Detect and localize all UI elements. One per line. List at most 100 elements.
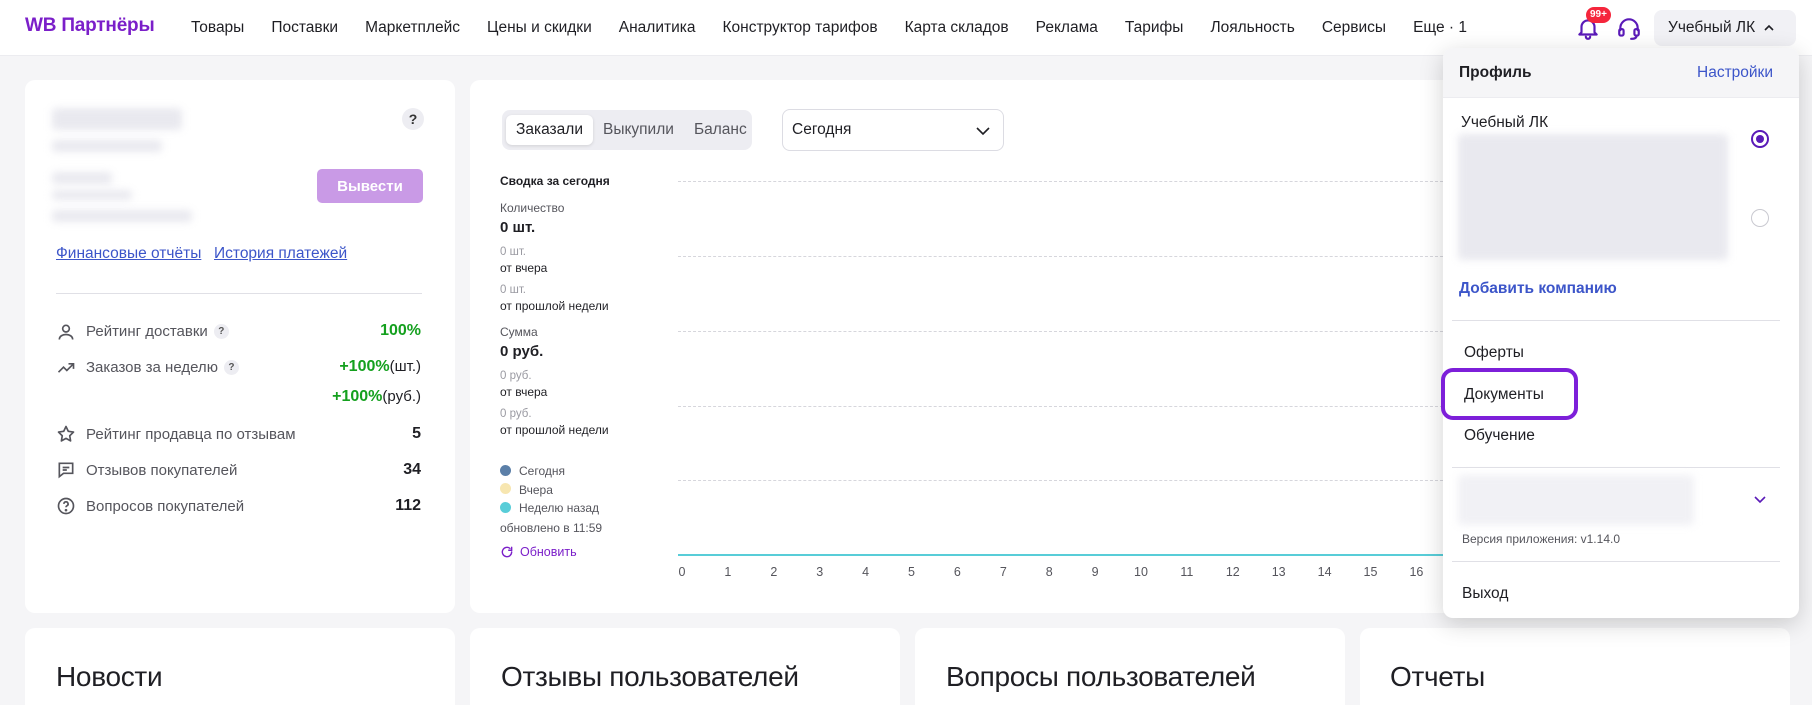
tab-ordered[interactable]: Заказали xyxy=(506,115,593,145)
legend-dot-today xyxy=(500,465,511,476)
summary-title: Сводка за сегодня xyxy=(500,174,610,188)
user-reviews-title: Отзывы пользователей xyxy=(501,661,799,692)
account-info-blurred xyxy=(52,140,162,152)
qty-week-value: 0 шт. xyxy=(500,284,527,296)
nav-item-products[interactable]: Товары xyxy=(191,19,244,37)
company-radio-selected[interactable] xyxy=(1751,130,1769,148)
company-radio[interactable] xyxy=(1751,209,1769,227)
company-info-blurred xyxy=(1458,134,1728,260)
headset-icon[interactable] xyxy=(1616,15,1642,41)
nav-item-analytics[interactable]: Аналитика xyxy=(619,19,696,37)
tab-bought[interactable]: Выкупили xyxy=(593,115,684,145)
nav-item-tariff-builder[interactable]: Конструктор тарифов xyxy=(722,19,877,37)
question-circle-icon xyxy=(57,497,75,515)
account-info-blurred-2 xyxy=(52,172,112,184)
updated-time: обновлено в 11:59 xyxy=(500,521,603,535)
x-tick-label: 12 xyxy=(1225,565,1240,579)
nav-item-warehouse-map[interactable]: Карта складов xyxy=(905,19,1009,37)
metric-reviews-value: 34 xyxy=(403,461,421,478)
x-tick-label: 4 xyxy=(862,565,870,579)
withdraw-button[interactable]: Вывести xyxy=(317,169,423,203)
metric-seller-rating-value: 5 xyxy=(412,425,421,442)
chart-gridline xyxy=(678,331,1448,332)
payment-history-link[interactable]: История платежей xyxy=(214,245,347,263)
financial-reports-link[interactable]: Финансовые отчёты xyxy=(56,245,201,263)
help-icon[interactable]: ? xyxy=(213,324,229,339)
reports-title: Отчеты xyxy=(1390,661,1485,692)
x-tick-label: 16 xyxy=(1409,565,1424,579)
menu-divider xyxy=(1452,561,1780,562)
x-tick-label: 6 xyxy=(953,565,961,579)
chart-gridline xyxy=(678,181,1448,182)
legend-dot-yesterday xyxy=(500,483,511,494)
x-tick-label: 10 xyxy=(1134,565,1148,579)
settings-link[interactable]: Настройки xyxy=(1697,64,1773,82)
menu-divider xyxy=(1452,467,1780,468)
nav-item-tariffs[interactable]: Тарифы xyxy=(1125,19,1184,37)
chevron-down-icon xyxy=(976,127,990,136)
account-label: Учебный ЛК xyxy=(1668,19,1756,36)
metric-questions: Вопросов покупателей xyxy=(86,498,245,515)
x-tick-label: 15 xyxy=(1363,565,1378,579)
add-company-link[interactable]: Добавить компанию xyxy=(1459,280,1617,298)
logout-button[interactable]: Выход xyxy=(1462,585,1508,603)
qty-week-label: от прошлой недели xyxy=(500,299,609,313)
refresh-label: Обновить xyxy=(520,545,577,559)
nav-item-marketplace[interactable]: Маркетплейс xyxy=(365,19,460,37)
language-selector-blurred[interactable] xyxy=(1458,475,1694,525)
summary-tabs: Заказали Выкупили Баланс xyxy=(502,110,752,150)
chart-gridline xyxy=(678,256,1448,257)
user-icon xyxy=(58,324,74,340)
account-link-blurred xyxy=(52,210,192,222)
summary-card xyxy=(470,80,1470,613)
account-button[interactable]: Учебный ЛК xyxy=(1654,10,1796,46)
chart-gridline xyxy=(678,480,1448,481)
documents-highlight xyxy=(1441,368,1578,420)
quantity-label: Количество xyxy=(500,201,565,215)
logo[interactable]: WB Партнёры xyxy=(25,15,155,37)
tab-balance[interactable]: Баланс xyxy=(684,115,757,145)
nav-item-ads[interactable]: Реклама xyxy=(1036,19,1098,37)
x-tick-label: 3 xyxy=(816,565,824,579)
sum-week-value: 0 руб. xyxy=(500,408,532,420)
x-tick-label: 14 xyxy=(1317,565,1332,579)
star-icon xyxy=(57,425,75,442)
metric-weekly-orders-qty: +100%(шт.) xyxy=(339,358,421,375)
x-tick-label: 2 xyxy=(770,565,778,579)
qty-yesterday-value: 0 шт. xyxy=(500,246,527,258)
chevron-down-icon[interactable] xyxy=(1753,492,1767,506)
comment-icon xyxy=(58,462,74,479)
notification-badge: 99+ xyxy=(1586,7,1611,23)
x-tick-label: 13 xyxy=(1271,565,1286,579)
help-button[interactable]: ? xyxy=(402,108,424,130)
metric-delivery-rating: Рейтинг доставки? xyxy=(86,323,229,340)
company-name: Учебный ЛК xyxy=(1461,114,1549,131)
balance-blurred xyxy=(52,108,182,130)
qty-yesterday-label: от вчера xyxy=(500,261,548,275)
menu-item-training[interactable]: Обучение xyxy=(1464,427,1535,445)
nav-item-prices[interactable]: Цены и скидки xyxy=(487,19,592,37)
metric-delivery-rating-value: 100% xyxy=(380,322,421,339)
menu-divider xyxy=(1452,320,1780,321)
help-icon[interactable]: ? xyxy=(223,360,239,375)
sum-yesterday-label: от вчера xyxy=(500,385,548,399)
metric-questions-value: 112 xyxy=(395,497,421,514)
nav-item-supplies[interactable]: Поставки xyxy=(271,19,338,37)
nav-item-services[interactable]: Сервисы xyxy=(1322,19,1386,37)
x-tick-label: 5 xyxy=(908,565,915,579)
nav-item-more[interactable]: Еще · 1 xyxy=(1413,19,1467,37)
nav-item-loyalty[interactable]: Лояльность xyxy=(1210,19,1294,37)
refresh-icon xyxy=(501,546,513,558)
menu-item-offers[interactable]: Оферты xyxy=(1464,344,1524,362)
user-questions-title: Вопросы пользователей xyxy=(946,661,1256,692)
refresh-button[interactable]: Обновить xyxy=(500,545,577,559)
x-tick-label: 7 xyxy=(999,565,1007,579)
sum-value: 0 руб. xyxy=(500,343,544,360)
sum-week-label: от прошлой недели xyxy=(500,423,609,437)
period-select[interactable]: Сегодня xyxy=(782,109,1004,151)
legend-week-ago: Неделю назад xyxy=(519,501,600,515)
card-divider xyxy=(56,293,422,294)
finance-card xyxy=(25,80,455,613)
legend-yesterday: Вчера xyxy=(519,483,553,497)
x-tick-label: 9 xyxy=(1091,565,1099,579)
